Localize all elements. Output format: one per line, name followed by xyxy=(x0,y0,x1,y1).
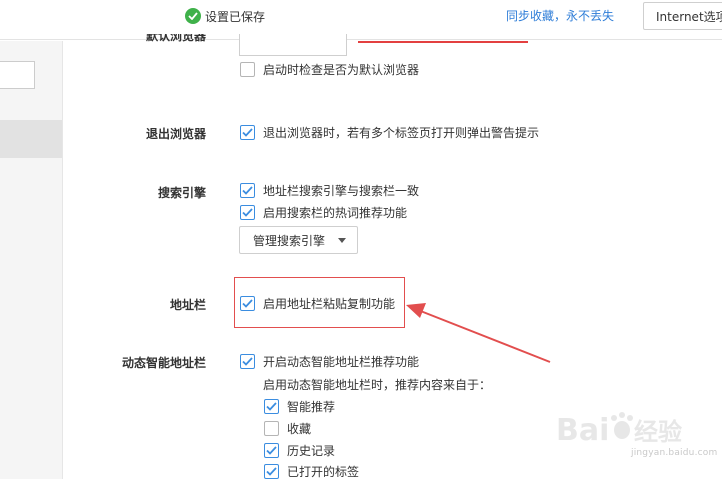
svg-text:经验: 经验 xyxy=(634,418,682,446)
search-engine-label: 搜索引擎 xyxy=(157,186,206,200)
caret-down-icon xyxy=(338,238,346,243)
exit-warning-row[interactable]: 退出浏览器时，若有多个标签页打开则弹出警告提示 xyxy=(240,124,539,140)
source-label: 已打开的标签 xyxy=(287,464,360,479)
checkmark-icon xyxy=(242,207,253,217)
sidebar-item-active[interactable] xyxy=(0,120,62,158)
default-browser-warning xyxy=(358,38,548,47)
source-label: 收藏 xyxy=(287,421,312,436)
sidebar-search-input[interactable] xyxy=(0,61,35,89)
check-circle-icon xyxy=(185,8,201,24)
source-checkbox[interactable] xyxy=(264,398,279,414)
checkmark-icon xyxy=(266,445,277,455)
checkmark-icon xyxy=(266,466,277,476)
hot-words-label: 启用搜索栏的热词推荐功能 xyxy=(263,205,408,220)
source-item-favorites[interactable]: 收藏 xyxy=(264,420,311,436)
paste-copy-checkbox[interactable] xyxy=(240,295,255,311)
smart-address-enable-row[interactable]: 开启动态智能地址栏推荐功能 xyxy=(240,353,419,369)
check-default-on-start-checkbox[interactable] xyxy=(240,61,255,77)
exit-warning-checkbox[interactable] xyxy=(240,124,255,140)
baidu-paw-icon: Bai 经验 xyxy=(556,412,682,448)
watermark-site: jingyan.baidu.com xyxy=(631,448,718,458)
same-engine-row[interactable]: 地址栏搜索引擎与搜索栏一致 xyxy=(240,182,419,198)
checkmark-icon xyxy=(242,185,253,195)
source-checkbox[interactable] xyxy=(264,463,279,479)
address-bar-label: 地址栏 xyxy=(169,298,206,312)
hot-words-row[interactable]: 启用搜索栏的热词推荐功能 xyxy=(240,204,407,220)
checkmark-icon xyxy=(266,401,277,411)
manage-search-engines-label: 管理搜索引擎 xyxy=(253,233,326,248)
checkmark-icon xyxy=(242,127,253,137)
annotation-arrow-icon xyxy=(406,303,551,363)
sync-favorites-link[interactable]: 同步收藏，永不丢失 xyxy=(506,7,614,24)
check-default-on-start-row[interactable]: 启动时检查是否为默认浏览器 xyxy=(240,61,419,77)
source-checkbox[interactable] xyxy=(264,442,279,458)
source-label: 智能推荐 xyxy=(287,399,336,414)
source-item-history[interactable]: 历史记录 xyxy=(264,442,335,458)
source-label: 历史记录 xyxy=(287,443,336,458)
source-item-smart-recommend[interactable]: 智能推荐 xyxy=(264,398,335,414)
save-status: 设置已保存 xyxy=(185,7,265,25)
paste-copy-label: 启用地址栏粘贴复制功能 xyxy=(263,296,396,311)
same-engine-label: 地址栏搜索引擎与搜索栏一致 xyxy=(263,183,420,198)
check-default-on-start-label: 启动时检查是否为默认浏览器 xyxy=(263,62,420,77)
checkmark-icon xyxy=(242,298,253,308)
set-default-browser-button[interactable] xyxy=(239,34,347,56)
same-engine-checkbox[interactable] xyxy=(240,182,255,198)
source-checkbox[interactable] xyxy=(264,420,279,436)
exit-warning-label: 退出浏览器时，若有多个标签页打开则弹出警告提示 xyxy=(263,125,540,140)
checkmark-icon xyxy=(242,356,253,366)
default-browser-label: 默认浏览器 xyxy=(145,34,206,43)
baidu-watermark: Bai 经验 xyxy=(556,408,706,472)
svg-text:Bai: Bai xyxy=(556,413,609,448)
smart-address-bar-label: 动态智能地址栏 xyxy=(121,356,206,370)
smart-address-enable-checkbox[interactable] xyxy=(240,353,255,369)
smart-source-intro: 启用动态智能地址栏时，推荐内容来自于： xyxy=(263,378,492,392)
paste-copy-row[interactable]: 启用地址栏粘贴复制功能 xyxy=(240,295,395,311)
manage-search-engines-dropdown[interactable]: 管理搜索引擎 xyxy=(239,226,358,254)
exit-browser-label: 退出浏览器 xyxy=(145,127,206,141)
settings-sidebar xyxy=(0,41,63,479)
smart-address-enable-label: 开启动态智能地址栏推荐功能 xyxy=(263,354,420,369)
internet-options-button[interactable]: Internet选项 xyxy=(643,2,722,30)
source-item-open-tabs[interactable]: 已打开的标签 xyxy=(264,463,359,479)
hot-words-checkbox[interactable] xyxy=(240,204,255,220)
save-status-text: 设置已保存 xyxy=(205,9,266,24)
